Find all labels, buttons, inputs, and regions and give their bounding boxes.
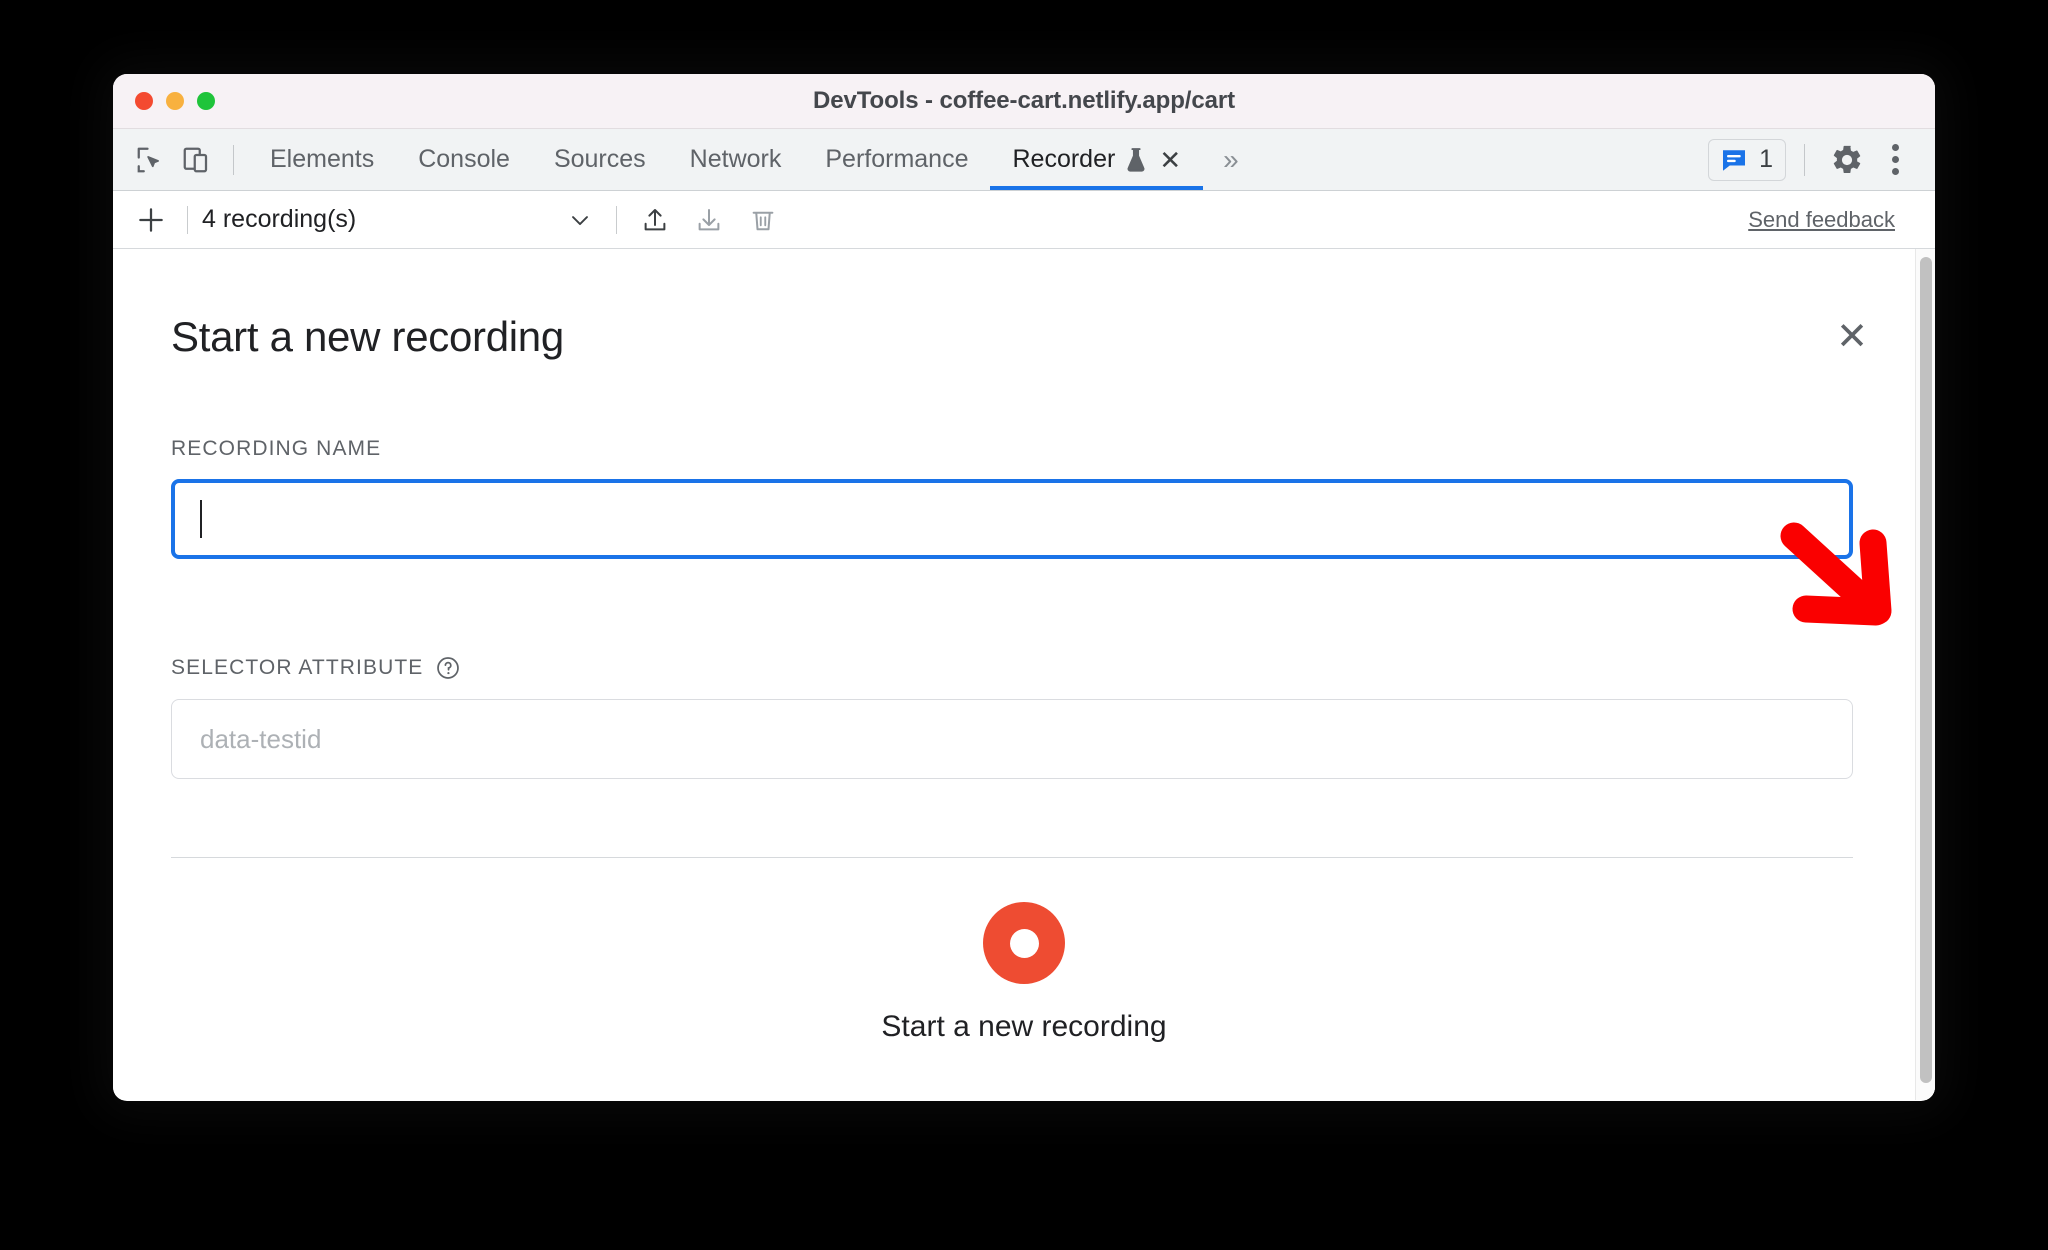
gear-icon bbox=[1833, 145, 1861, 173]
send-feedback-link[interactable]: Send feedback bbox=[1748, 207, 1895, 233]
traffic-lights bbox=[135, 92, 215, 110]
recordings-select[interactable]: 4 recording(s) bbox=[202, 205, 602, 234]
recording-name-input[interactable] bbox=[171, 479, 1853, 559]
chevron-down-icon bbox=[572, 215, 588, 225]
tabbar-right-actions: 1 bbox=[1708, 129, 1919, 190]
more-tabs-button[interactable]: » bbox=[1203, 144, 1257, 176]
devtools-window: DevTools - coffee-cart.netlify.app/cart bbox=[113, 74, 1935, 1101]
page-title: Start a new recording bbox=[171, 313, 564, 360]
selector-attribute-input[interactable]: data-testid bbox=[171, 699, 1853, 779]
tab-performance[interactable]: Performance bbox=[803, 129, 990, 190]
devtools-tabbar: Elements Console Sources Network Perform… bbox=[113, 129, 1935, 191]
tab-recorder[interactable]: Recorder ✕ bbox=[990, 129, 1203, 190]
tab-network[interactable]: Network bbox=[668, 129, 804, 190]
device-toolbar-icon bbox=[183, 147, 208, 172]
panel-scrollbar[interactable] bbox=[1915, 249, 1935, 1100]
add-recording-button[interactable] bbox=[129, 198, 173, 242]
form-header: Start a new recording ✕ bbox=[113, 249, 1935, 361]
record-circle-icon[interactable] bbox=[983, 902, 1065, 984]
import-download-icon bbox=[698, 208, 720, 230]
import-recording-button[interactable] bbox=[685, 196, 733, 244]
selector-attribute-field-block: SELECTOR ATTRIBUTE data-testid bbox=[113, 655, 1935, 779]
tab-sources[interactable]: Sources bbox=[532, 129, 668, 190]
panel-tabs: Elements Console Sources Network Perform… bbox=[248, 129, 1257, 190]
close-tab-button[interactable]: ✕ bbox=[1159, 147, 1181, 173]
inspect-element-button[interactable] bbox=[127, 137, 173, 183]
plus-icon bbox=[139, 207, 163, 232]
inspect-element-icon bbox=[137, 147, 159, 172]
selector-attribute-label: SELECTOR ATTRIBUTE bbox=[171, 655, 1877, 681]
recorder-toolbar: 4 recording(s) Send feedback bbox=[113, 191, 1935, 249]
close-form-button[interactable]: ✕ bbox=[1829, 314, 1875, 360]
tab-label: Elements bbox=[270, 145, 375, 173]
tab-label: Performance bbox=[825, 145, 969, 173]
device-toolbar-button[interactable] bbox=[173, 137, 219, 183]
recording-name-field-block: RECORDING NAME bbox=[113, 437, 1935, 559]
trash-icon bbox=[752, 211, 774, 230]
window-titlebar: DevTools - coffee-cart.netlify.app/cart bbox=[113, 74, 1935, 129]
kebab-menu-icon bbox=[1891, 144, 1899, 175]
recording-name-label: RECORDING NAME bbox=[171, 437, 382, 460]
scrollbar-thumb[interactable] bbox=[1920, 257, 1932, 1083]
tab-console[interactable]: Console bbox=[396, 129, 532, 190]
tab-label: Console bbox=[418, 145, 510, 173]
tab-label: Recorder bbox=[1012, 145, 1116, 173]
issues-message-icon bbox=[1723, 149, 1746, 171]
tab-label: Network bbox=[689, 145, 782, 173]
tab-label: Sources bbox=[553, 145, 646, 173]
maximize-window-button[interactable] bbox=[197, 92, 215, 110]
help-question-icon[interactable] bbox=[435, 655, 461, 681]
more-options-button[interactable] bbox=[1871, 136, 1919, 184]
tabbar-divider bbox=[233, 144, 234, 175]
selector-attribute-label-text: SELECTOR ATTRIBUTE bbox=[171, 656, 424, 679]
text-caret bbox=[200, 500, 202, 538]
close-window-button[interactable] bbox=[135, 92, 153, 110]
toolbar-divider-2 bbox=[616, 205, 617, 234]
export-recording-button[interactable] bbox=[631, 196, 679, 244]
flask-icon bbox=[1125, 147, 1147, 173]
window-title: DevTools - coffee-cart.netlify.app/cart bbox=[813, 87, 1235, 114]
settings-button[interactable] bbox=[1823, 136, 1871, 184]
screenshot-root: DevTools - coffee-cart.netlify.app/cart bbox=[0, 0, 2048, 1250]
tab-elements[interactable]: Elements bbox=[248, 129, 396, 190]
right-actions-divider bbox=[1804, 143, 1805, 176]
recordings-count-label: 4 recording(s) bbox=[202, 205, 357, 233]
selector-attribute-placeholder: data-testid bbox=[200, 723, 322, 754]
toolbar-divider-1 bbox=[187, 205, 188, 234]
issues-count: 1 bbox=[1759, 145, 1773, 173]
recorder-panel: Start a new recording ✕ RECORDING NAME S… bbox=[113, 249, 1935, 1100]
minimize-window-button[interactable] bbox=[166, 92, 184, 110]
new-recording-form: Start a new recording ✕ RECORDING NAME S… bbox=[113, 249, 1935, 1044]
start-recording-section[interactable]: Start a new recording bbox=[113, 858, 1935, 1044]
delete-recording-button[interactable] bbox=[739, 196, 787, 244]
export-upload-icon bbox=[644, 208, 666, 230]
issues-button[interactable]: 1 bbox=[1708, 138, 1786, 181]
start-recording-label: Start a new recording bbox=[881, 1010, 1167, 1043]
